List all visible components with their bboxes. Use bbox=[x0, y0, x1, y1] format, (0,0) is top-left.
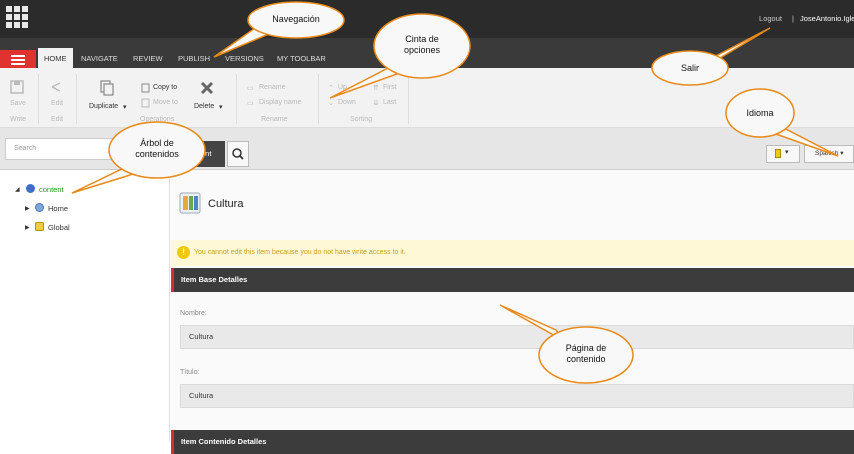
language-label: Spanish bbox=[815, 150, 839, 157]
expand-icon[interactable]: ▶ bbox=[25, 205, 30, 212]
chevron-down-icon: ▾ bbox=[123, 104, 127, 111]
user-name[interactable]: JoseAntonio.Igle bbox=[800, 14, 854, 23]
content-icon bbox=[26, 184, 35, 193]
section-item-content[interactable]: Item Contenido Detalles bbox=[171, 430, 854, 454]
save-button[interactable]: Save bbox=[10, 100, 26, 107]
duplicate-icon bbox=[100, 80, 114, 96]
up-button[interactable]: Up bbox=[338, 84, 347, 91]
rename-button[interactable]: Rename bbox=[259, 84, 285, 91]
sitecore-logo[interactable] bbox=[6, 6, 28, 30]
item-icon bbox=[179, 192, 201, 214]
hamburger-menu-button[interactable] bbox=[0, 50, 36, 70]
delete-button[interactable]: Delete bbox=[194, 103, 214, 110]
tree-item-content[interactable]: content bbox=[39, 185, 64, 194]
search-input[interactable]: Search bbox=[5, 138, 115, 160]
field-label-titulo: Título: bbox=[180, 369, 200, 376]
edit-group-label: Edit bbox=[51, 116, 64, 123]
copy-to-button[interactable]: Copy to bbox=[153, 84, 177, 91]
tab-publish[interactable]: PUBLISH bbox=[176, 50, 212, 68]
tree-item-home[interactable]: Home bbox=[48, 204, 68, 213]
logout-link[interactable]: Logout bbox=[759, 14, 782, 23]
callout-pagina-de-contenido: Página de contenido bbox=[565, 343, 607, 364]
first-icon: ⇈ bbox=[373, 85, 379, 92]
top-bar bbox=[0, 0, 854, 38]
copy-icon bbox=[141, 83, 150, 93]
callout-navegacion: Navegación bbox=[272, 14, 320, 24]
write-access-warning: ! You cannot edit this item because you … bbox=[171, 240, 854, 266]
edit-icon bbox=[51, 82, 61, 92]
sorting-group-label: Sorting bbox=[350, 116, 373, 123]
header-separator: | bbox=[792, 14, 794, 23]
globe-icon bbox=[35, 203, 44, 212]
chevron-down-icon: ▾ bbox=[785, 149, 789, 156]
chevron-down-icon: ▾ bbox=[219, 104, 223, 111]
item-title: Cultura bbox=[208, 198, 244, 210]
field-label-nombre: Nombre: bbox=[180, 310, 207, 317]
field-titulo[interactable]: Cultura bbox=[180, 384, 854, 408]
callout-arbol-de-contenidos: Árbol de contenidos bbox=[135, 138, 179, 159]
down-button[interactable]: Down bbox=[338, 99, 356, 106]
down-icon: ⌄ bbox=[328, 100, 334, 107]
tree-item-global[interactable]: Global bbox=[48, 223, 70, 232]
search-button[interactable] bbox=[227, 141, 249, 167]
edit-button[interactable]: Edit bbox=[51, 100, 63, 107]
operations-group-label: Operations bbox=[140, 116, 175, 123]
tab-my-toolbar[interactable]: MY TOOLBAR bbox=[275, 50, 328, 68]
delete-icon bbox=[200, 81, 214, 95]
search-icon bbox=[232, 148, 244, 160]
last-button[interactable]: Last bbox=[383, 99, 396, 106]
tab-home[interactable]: HOME bbox=[38, 48, 73, 70]
folder-icon bbox=[35, 222, 44, 231]
callout-cinta-de-opciones: Cinta de opciones bbox=[403, 34, 441, 55]
warning-text: You cannot edit this item because you do… bbox=[194, 249, 406, 256]
first-button[interactable]: First bbox=[383, 84, 397, 91]
rename-icon: ▭ bbox=[247, 85, 254, 92]
display-name-button[interactable]: Display name bbox=[259, 99, 301, 106]
field-nombre[interactable]: Cultura bbox=[180, 325, 854, 349]
ribbon bbox=[0, 68, 854, 128]
callout-idioma: Idioma bbox=[746, 108, 774, 118]
collapse-icon[interactable]: ◢ bbox=[15, 186, 20, 193]
move-to-button[interactable]: Move to bbox=[153, 99, 178, 106]
tab-navigate[interactable]: NAVIGATE bbox=[79, 50, 120, 68]
language-selector[interactable]: Spanish ▾ bbox=[804, 145, 854, 163]
flag-icon bbox=[775, 149, 781, 158]
section-item-base[interactable]: Item Base Detalles bbox=[171, 268, 854, 292]
save-icon bbox=[10, 80, 24, 94]
write-group-label: Write bbox=[10, 116, 27, 123]
last-icon: ⇊ bbox=[373, 100, 379, 107]
display-name-icon: ▭ bbox=[247, 100, 254, 107]
warning-icon: ! bbox=[177, 246, 190, 259]
callout-salir: Salir bbox=[680, 63, 699, 73]
version-dropdown[interactable]: ▾ bbox=[766, 145, 800, 163]
duplicate-button[interactable]: Duplicate bbox=[89, 103, 118, 110]
expand-icon[interactable]: ▶ bbox=[25, 224, 30, 231]
up-icon: ⌃ bbox=[328, 85, 334, 92]
move-icon bbox=[141, 98, 150, 108]
tab-versions[interactable]: VERSIONS bbox=[223, 50, 266, 68]
chevron-down-icon: ▾ bbox=[838, 150, 844, 157]
tab-review[interactable]: REVIEW bbox=[131, 50, 165, 68]
rename-group-label: Rename bbox=[261, 116, 288, 123]
